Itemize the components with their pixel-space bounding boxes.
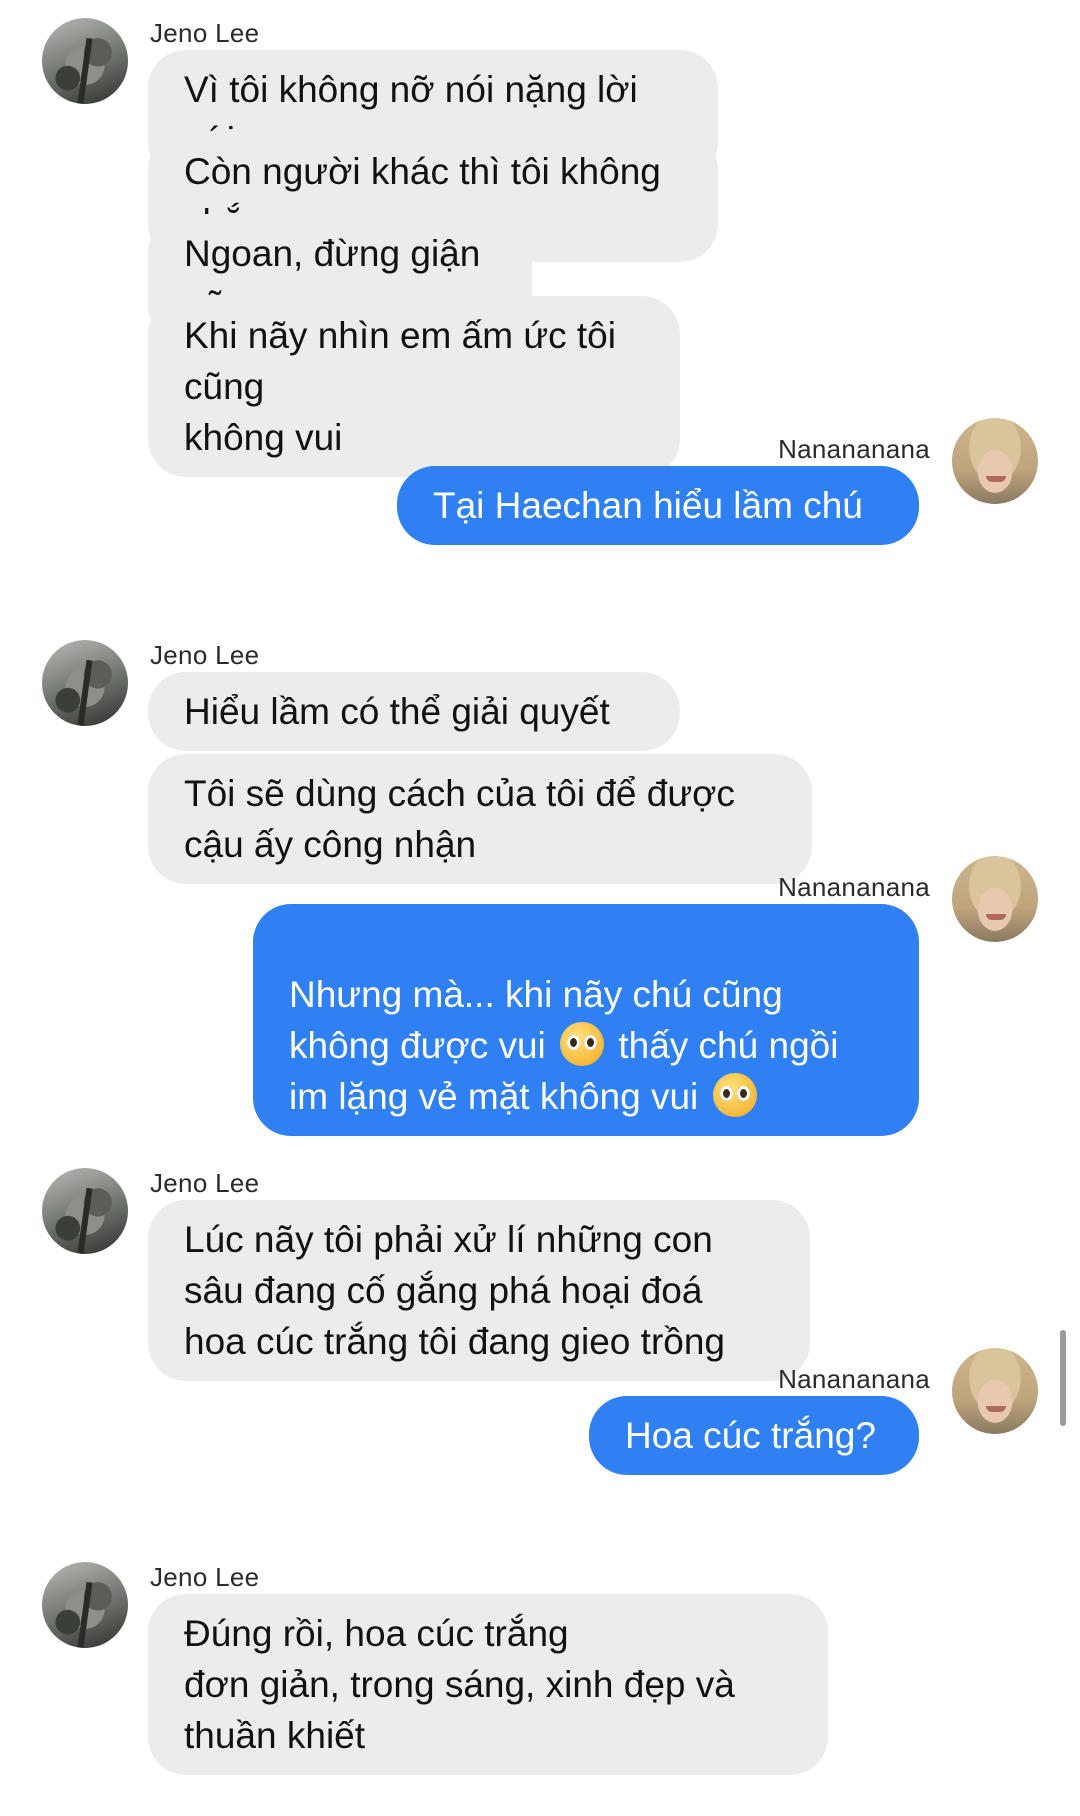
pleading-face-emoji — [560, 1022, 605, 1066]
message-bubble-outgoing[interactable]: Nhưng mà... khi nãy chú cũng không được … — [253, 904, 919, 1136]
jeno-avatar[interactable] — [42, 1562, 128, 1648]
nanananana-avatar[interactable] — [952, 418, 1038, 504]
message-bubble-incoming[interactable]: Khi nãy nhìn em ấm ức tôi cũng không vui — [148, 296, 680, 477]
sender-name: Jeno Lee — [150, 18, 260, 48]
message-bubble-outgoing[interactable]: Hoa cúc trắng? — [589, 1396, 919, 1475]
nanananana-avatar[interactable] — [952, 856, 1038, 942]
jeno-avatar[interactable] — [42, 1168, 128, 1254]
sender-name: Nanananana — [778, 1364, 930, 1394]
message-bubble-incoming[interactable]: Đúng rồi, hoa cúc trắng đơn giản, trong … — [148, 1594, 828, 1775]
sender-name: Jeno Lee — [150, 1168, 260, 1198]
message-bubble-incoming[interactable]: Tôi sẽ dùng cách của tôi để được cậu ấy … — [148, 754, 812, 884]
sender-name: Jeno Lee — [150, 640, 260, 670]
nanananana-avatar[interactable] — [952, 1348, 1038, 1434]
message-bubble-incoming[interactable]: Lúc nãy tôi phải xử lí những con sâu đan… — [148, 1200, 810, 1381]
pleading-face-emoji — [712, 1073, 757, 1117]
scrollbar[interactable] — [1060, 1330, 1066, 1426]
message-bubble-incoming[interactable]: Hiểu lầm có thể giải quyết — [148, 672, 680, 751]
jeno-avatar[interactable] — [42, 18, 128, 104]
jeno-avatar[interactable] — [42, 640, 128, 726]
sender-name: Jeno Lee — [150, 1562, 260, 1592]
message-bubble-outgoing[interactable]: Tại Haechan hiểu lầm chú — [397, 466, 919, 545]
chat-thread[interactable]: Jeno Lee Vì tôi không nỡ nói nặng lời vớ… — [0, 0, 1080, 1816]
sender-name: Nanananana — [778, 872, 930, 902]
sender-name: Nanananana — [778, 434, 930, 464]
